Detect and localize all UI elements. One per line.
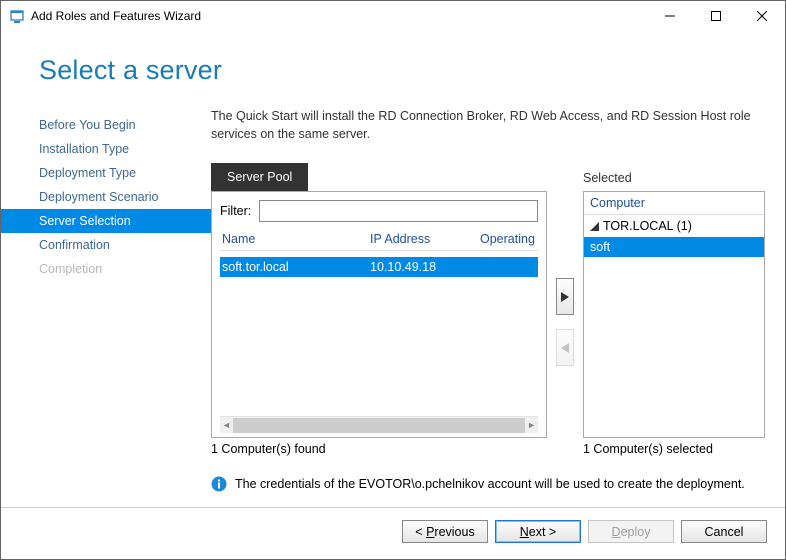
cancel-button[interactable]: Cancel <box>681 520 767 543</box>
col-header-ip[interactable]: IP Address <box>370 232 480 246</box>
previous-button[interactable]: < Previous <box>402 520 488 543</box>
col-header-os[interactable]: Operating <box>480 232 536 246</box>
add-server-button[interactable] <box>556 278 574 315</box>
info-row: The credentials of the EVOTOR\o.pchelnik… <box>211 476 765 492</box>
close-button[interactable] <box>739 1 785 31</box>
title-bar: Add Roles and Features Wizard <box>1 1 785 31</box>
minimize-button[interactable] <box>647 1 693 31</box>
col-header-name[interactable]: Name <box>222 232 370 246</box>
nav-confirmation[interactable]: Confirmation <box>1 233 211 257</box>
selected-count: 1 Computer(s) selected <box>583 442 765 456</box>
collapse-icon <box>590 222 599 231</box>
server-pool-box: Filter: Name IP Address Operating soft.t… <box>211 191 547 438</box>
wizard-header: Select a server <box>1 31 785 108</box>
page-title: Select a server <box>39 55 785 86</box>
nav-server-selection[interactable]: Server Selection <box>1 209 211 233</box>
selected-label: Selected <box>583 163 765 185</box>
tab-server-pool[interactable]: Server Pool <box>211 163 308 191</box>
deploy-button: Deploy <box>588 520 674 543</box>
tree-group[interactable]: TOR.LOCAL (1) <box>584 215 764 237</box>
selected-box: Computer TOR.LOCAL (1) soft <box>583 191 765 438</box>
next-button[interactable]: Next > <box>495 520 581 543</box>
window-title: Add Roles and Features Wizard <box>31 9 201 23</box>
grid-body: soft.tor.local 10.10.49.18 <box>220 257 538 416</box>
app-icon <box>9 8 25 24</box>
nav-completion: Completion <box>1 257 211 281</box>
nav-installation-type[interactable]: Installation Type <box>1 137 211 161</box>
tree-group-label: TOR.LOCAL (1) <box>603 219 692 233</box>
maximize-button[interactable] <box>693 1 739 31</box>
found-count: 1 Computer(s) found <box>211 442 547 456</box>
description-text: The Quick Start will install the RD Conn… <box>211 108 765 143</box>
horizontal-scrollbar[interactable]: ◄ ► <box>220 416 538 433</box>
nav-deployment-scenario[interactable]: Deployment Scenario <box>1 185 211 209</box>
remove-server-button <box>556 329 574 366</box>
nav-before-you-begin[interactable]: Before You Begin <box>1 113 211 137</box>
chevron-right-icon <box>561 292 569 302</box>
tree-item[interactable]: soft <box>584 237 764 257</box>
scroll-right-icon[interactable]: ► <box>527 420 536 430</box>
cell-ip: 10.10.49.18 <box>370 260 480 274</box>
wizard-nav: Before You Begin Installation Type Deplo… <box>1 108 211 507</box>
selected-header[interactable]: Computer <box>584 192 764 215</box>
server-row[interactable]: soft.tor.local 10.10.49.18 <box>220 257 538 277</box>
nav-deployment-type[interactable]: Deployment Type <box>1 161 211 185</box>
chevron-left-icon <box>561 343 569 353</box>
filter-label: Filter: <box>220 204 251 218</box>
scroll-left-icon[interactable]: ◄ <box>222 420 231 430</box>
cell-name: soft.tor.local <box>222 260 370 274</box>
info-text: The credentials of the EVOTOR\o.pchelnik… <box>235 477 745 491</box>
filter-input[interactable] <box>259 200 538 222</box>
tab-strip: Server Pool <box>211 163 547 191</box>
cell-os <box>480 260 536 274</box>
grid-header: Name IP Address Operating <box>220 228 538 251</box>
info-icon <box>211 476 227 492</box>
wizard-footer: < Previous Next > Deploy Cancel <box>1 507 785 559</box>
